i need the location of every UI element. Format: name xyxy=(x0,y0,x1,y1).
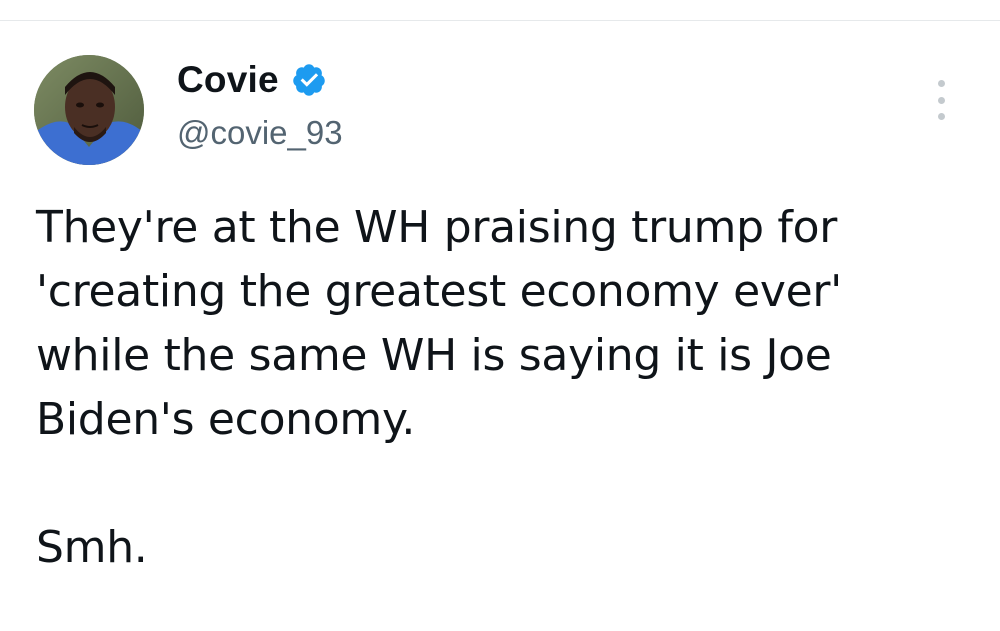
tweet-text-line: They're at the WH praising trump for xyxy=(36,202,837,253)
more-vertical-icon xyxy=(937,80,945,87)
author-display-name[interactable]: Covie xyxy=(177,59,279,101)
author-name-row: Covie xyxy=(177,55,327,105)
more-vertical-icon-dot xyxy=(937,113,945,120)
top-divider xyxy=(0,20,1000,21)
avatar-photo xyxy=(34,55,144,165)
tweet-text-line: while the same WH is saying it is Joe xyxy=(36,330,832,381)
tweet-text-line: Biden's economy. xyxy=(36,394,416,445)
tweet-text-line: 'creating the greatest economy ever' xyxy=(36,266,842,317)
author-handle[interactable]: @covie_93 xyxy=(177,114,343,152)
tweet-closing-line: Smh. xyxy=(36,522,148,573)
tweet-text: They're at the WH praising trump for 'cr… xyxy=(36,196,976,580)
more-options-button[interactable] xyxy=(926,80,956,120)
verified-badge-icon xyxy=(291,62,327,98)
more-vertical-icon-dot xyxy=(937,96,945,104)
author-avatar[interactable] xyxy=(34,55,144,165)
